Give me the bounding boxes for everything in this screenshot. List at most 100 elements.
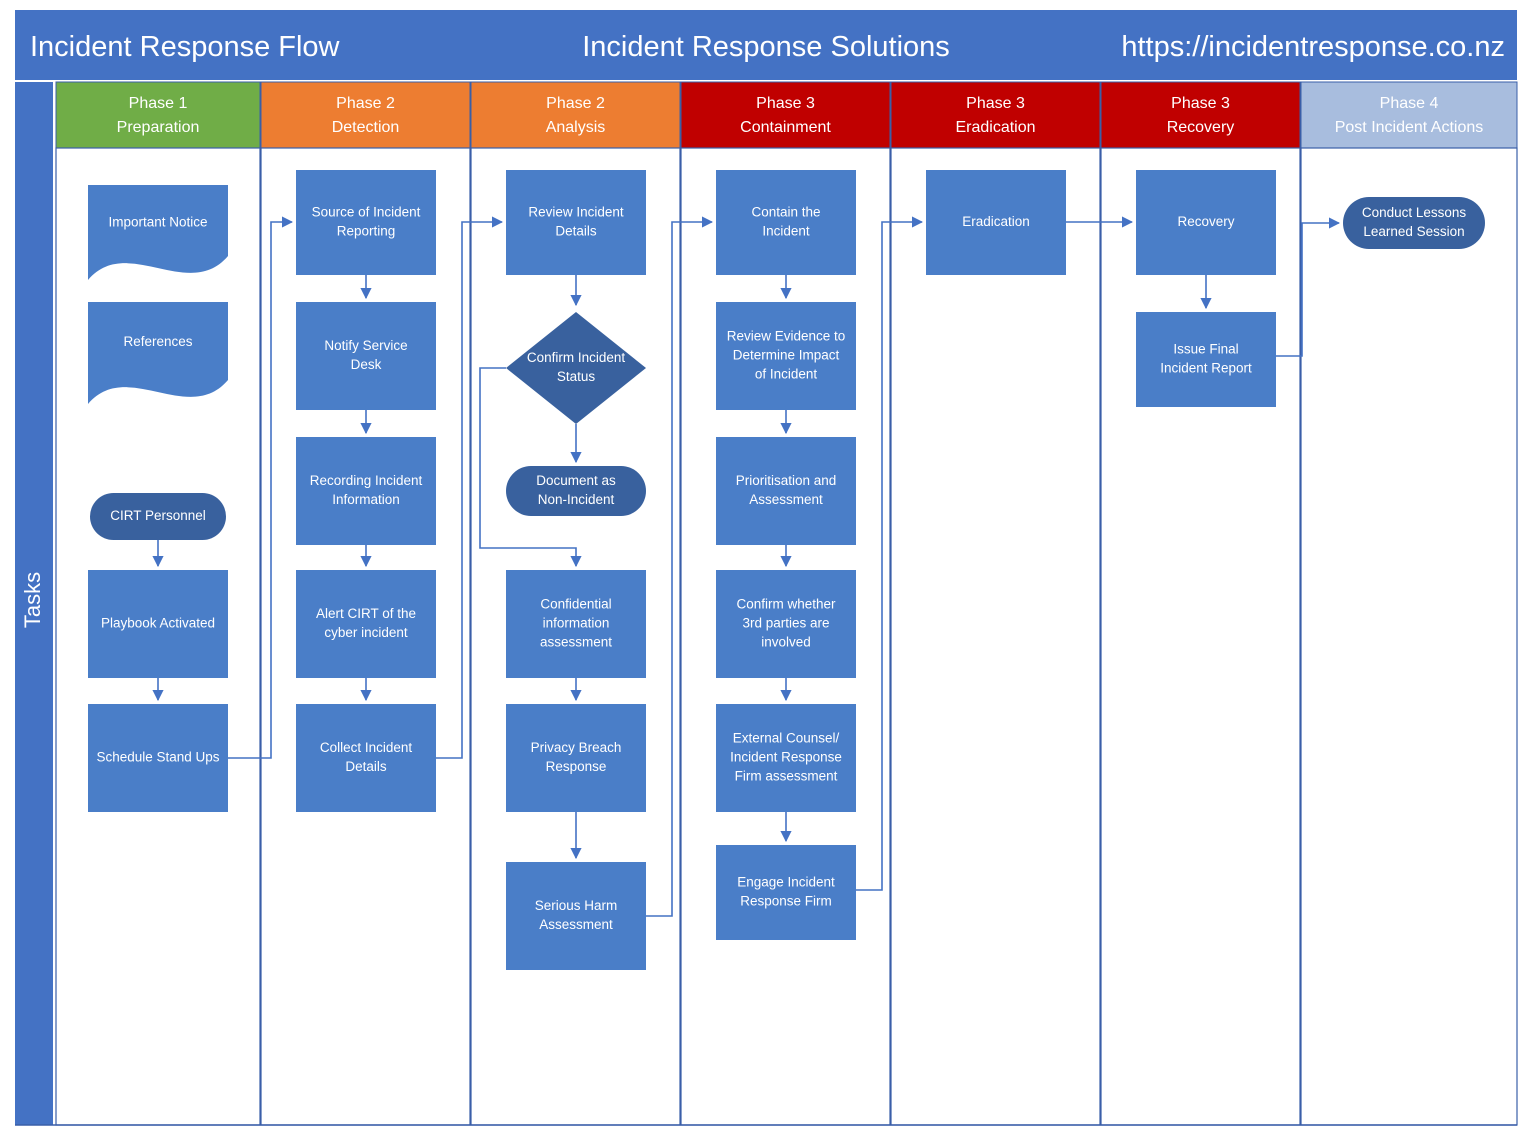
node-label-conduct-lessons-learned: Learned Session [1363, 224, 1464, 239]
node-external-counsel[interactable]: External Counsel/Incident Response Firm a… [716, 704, 856, 812]
node-playbook-activated[interactable]: Playbook Activated [88, 570, 228, 678]
node-label-notify-service-desk: Notify Service [324, 338, 407, 353]
node-references[interactable]: References [88, 302, 228, 404]
node-shape-recording-incident-information[interactable] [296, 437, 436, 545]
node-label-recording-incident-information: Recording Incident [310, 473, 423, 488]
node-label-recovery: Recovery [1177, 214, 1234, 229]
node-label-collect-incident-details: Collect Incident [320, 740, 413, 755]
node-notify-service-desk[interactable]: Notify Service Desk [296, 302, 436, 410]
node-shape-review-incident-details[interactable] [506, 170, 646, 275]
phase-header-line2-phase-2-detection: Detection [332, 119, 400, 136]
node-serious-harm-assessment[interactable]: Serious Harm Assessment [506, 862, 646, 970]
node-label-document-as-non-incident: Non-Incident [538, 492, 615, 507]
node-label-confirm-3rd-parties: involved [761, 635, 811, 650]
node-shape-privacy-breach-response[interactable] [506, 704, 646, 812]
phase-header-phase-2-detection[interactable] [260, 81, 471, 149]
node-label-document-as-non-incident: Document as [536, 473, 616, 488]
phase-header-line1-phase-2-detection: Phase 2 [336, 95, 395, 112]
phase-header-phase-2-analysis[interactable] [470, 81, 681, 149]
phase-header-phase-3-containment[interactable] [680, 81, 891, 149]
node-document-as-non-incident[interactable]: Document as Non-Incident [506, 466, 646, 516]
node-review-evidence[interactable]: Review Evidence to Determine Impact of Inc… [716, 302, 856, 410]
phase-header-line2-phase-1-preparation: Preparation [117, 119, 200, 136]
node-important-notice[interactable]: Important Notice [88, 185, 228, 280]
node-collect-incident-details[interactable]: Collect Incident Details [296, 704, 436, 812]
phase-body-phase-3-eradication [890, 147, 1101, 1126]
node-label-external-counsel: Firm assessment [735, 769, 838, 784]
node-label-source-of-incident-reporting: Reporting [337, 224, 396, 239]
node-label-notify-service-desk: Desk [351, 357, 382, 372]
node-label-prioritisation-and-assessment: Prioritisation and [736, 473, 837, 488]
phase-header-phase-3-eradication[interactable] [890, 81, 1101, 149]
node-label-contain-the-incident: Incident [762, 224, 810, 239]
node-label-prioritisation-and-assessment: Assessment [749, 492, 823, 507]
node-confirm-incident-status[interactable]: Confirm Incident Status [506, 312, 646, 424]
phase-body-phase-4-post-incident [1300, 147, 1518, 1126]
node-shape-prioritisation-and-assessment[interactable] [716, 437, 856, 545]
node-contain-the-incident[interactable]: Contain the Incident [716, 170, 856, 275]
node-label-issue-final-incident-report: Incident Report [1160, 361, 1252, 376]
connector-engage-to-eradication [856, 216, 924, 891]
node-label-review-incident-details: Details [555, 224, 597, 239]
node-shape-notify-service-desk[interactable] [296, 302, 436, 410]
node-recording-incident-information[interactable]: Recording Incident Information [296, 437, 436, 545]
phase-header-phase-4-post-incident[interactable] [1300, 81, 1518, 149]
phase-header-phase-3-recovery[interactable] [1100, 81, 1301, 149]
node-schedule-stand-ups[interactable]: Schedule Stand Ups [88, 704, 228, 812]
header-left-title: Incident Response Flow [30, 31, 341, 63]
phase-header-line2-phase-3-eradication: Eradication [955, 119, 1035, 136]
node-label-confidential-information-assessment: Confidential [540, 597, 611, 612]
node-label-confirm-3rd-parties: 3rd parties are [742, 616, 829, 631]
node-shape-important-notice[interactable] [88, 185, 228, 280]
node-shape-confirm-incident-status[interactable] [506, 312, 646, 424]
phase-body-phase-3-recovery [1100, 147, 1301, 1126]
node-label-engage-incident-response-firm: Engage Incident [737, 875, 835, 890]
node-source-of-incident-reporting[interactable]: Source of Incident Reporting [296, 170, 436, 275]
node-label-review-evidence: Review Evidence to [727, 329, 846, 344]
node-label-serious-harm-assessment: Assessment [539, 917, 613, 932]
node-engage-incident-response-firm[interactable]: Engage Incident Response Firm [716, 845, 856, 940]
connector-collect-to-review [436, 216, 504, 759]
node-confidential-information-assessment[interactable]: Confidential information assessment [506, 570, 646, 678]
header-right-title: https://incidentresponse.co.nz [1121, 31, 1505, 63]
node-shape-references[interactable] [88, 302, 228, 404]
node-label-confidential-information-assessment: assessment [540, 635, 612, 650]
node-shape-collect-incident-details[interactable] [296, 704, 436, 812]
node-label-alert-cirt: Alert CIRT of the [316, 606, 416, 621]
phase-header-line1-phase-3-recovery: Phase 3 [1171, 95, 1230, 112]
node-label-schedule-stand-ups: Schedule Stand Ups [96, 750, 219, 765]
node-shape-source-of-incident-reporting[interactable] [296, 170, 436, 275]
diagram-root: Incident Response Flow Incident Response … [0, 0, 1532, 1137]
node-label-issue-final-incident-report: Issue Final [1173, 342, 1238, 357]
node-shape-contain-the-incident[interactable] [716, 170, 856, 275]
node-label-confirm-incident-status: Status [557, 369, 596, 384]
node-label-eradication: Eradication [962, 214, 1030, 229]
node-alert-cirt[interactable]: Alert CIRT of the cyber incident [296, 570, 436, 678]
phase-header-line1-phase-3-containment: Phase 3 [756, 95, 815, 112]
node-privacy-breach-response[interactable]: Privacy Breach Response [506, 704, 646, 812]
node-cirt-personnel[interactable]: CIRT Personnel [90, 493, 226, 540]
node-label-cirt-personnel: CIRT Personnel [110, 508, 206, 523]
node-confirm-3rd-parties[interactable]: Confirm whether 3rd parties are involved [716, 570, 856, 678]
phase-header-line2-phase-3-containment: Containment [740, 119, 831, 136]
node-shape-serious-harm-assessment[interactable] [506, 862, 646, 970]
phase-header-line1-phase-1-preparation: Phase 1 [129, 95, 188, 112]
header-center-title: Incident Response Solutions [582, 31, 950, 63]
phase-header-line1-phase-4-post-incident: Phase 4 [1380, 95, 1439, 112]
node-label-external-counsel: Incident Response [730, 750, 842, 765]
node-conduct-lessons-learned[interactable]: Conduct Lessons Learned Session [1343, 197, 1485, 249]
node-label-privacy-breach-response: Response [546, 759, 607, 774]
phase-header-line2-phase-3-recovery: Recovery [1167, 119, 1235, 136]
node-label-recording-incident-information: Information [332, 492, 400, 507]
node-shape-issue-final-incident-report[interactable] [1136, 312, 1276, 407]
node-issue-final-incident-report[interactable]: Issue Final Incident Report [1136, 312, 1276, 407]
node-label-review-evidence: of Incident [755, 367, 818, 382]
node-recovery[interactable]: Recovery [1136, 170, 1276, 275]
node-review-incident-details[interactable]: Review Incident Details [506, 170, 646, 275]
node-shape-engage-incident-response-firm[interactable] [716, 845, 856, 940]
phase-header-phase-1-preparation[interactable] [55, 81, 261, 149]
node-prioritisation-and-assessment[interactable]: Prioritisation and Assessment [716, 437, 856, 545]
node-shape-alert-cirt[interactable] [296, 570, 436, 678]
node-label-external-counsel: External Counsel/ [733, 731, 840, 746]
node-eradication[interactable]: Eradication [926, 170, 1066, 275]
